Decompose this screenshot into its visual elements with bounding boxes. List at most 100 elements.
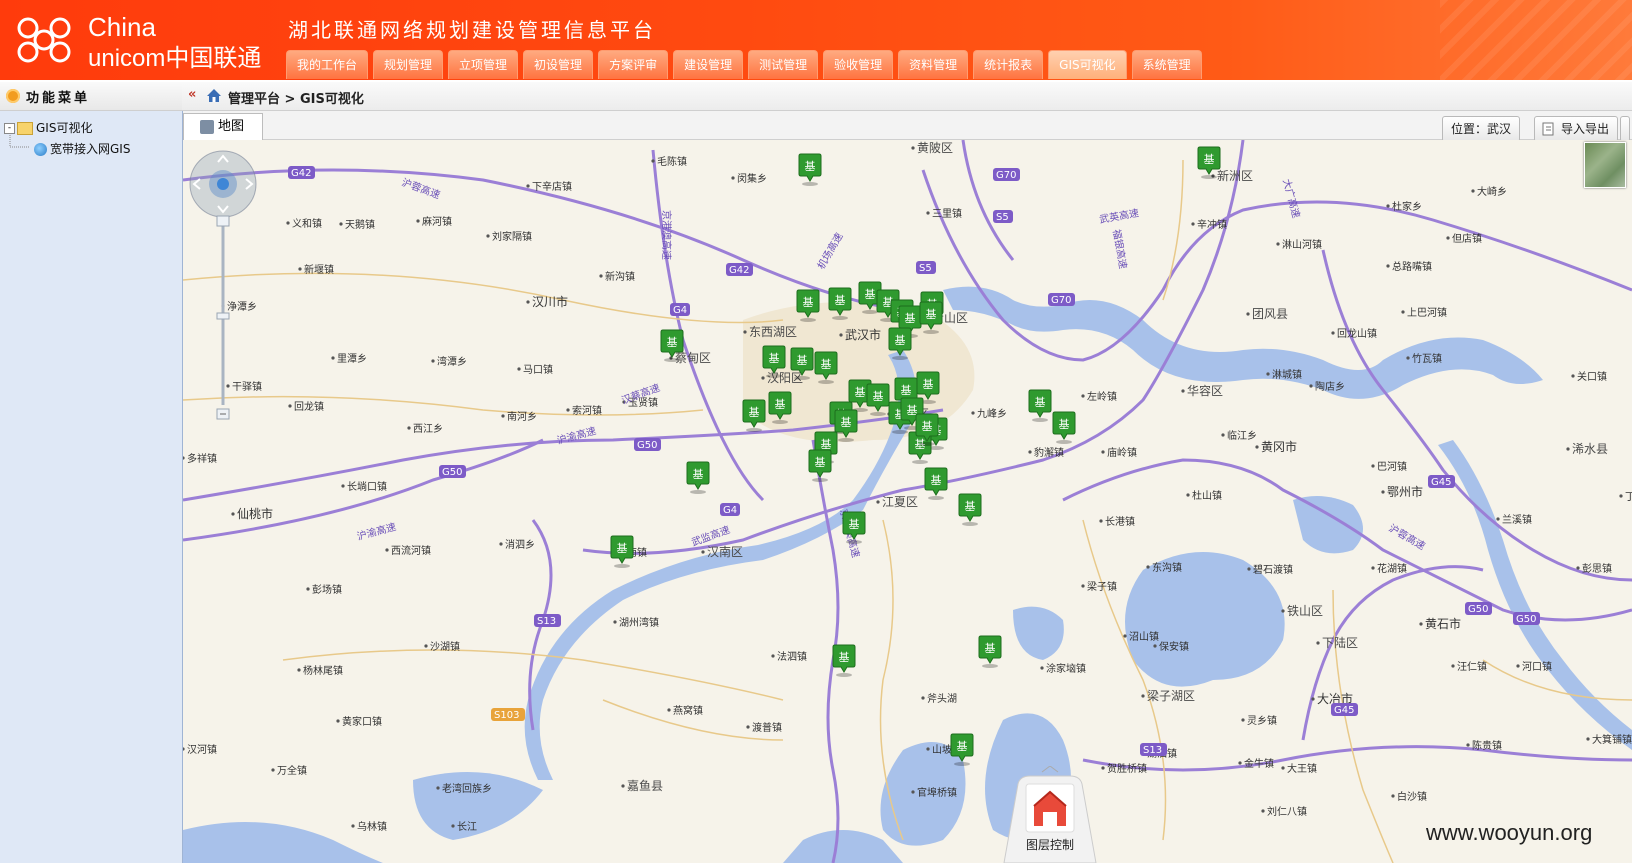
place-label: 官埠桥镇 <box>917 786 957 799</box>
marker-glyph: 基 <box>769 352 780 365</box>
home-icon[interactable] <box>206 88 222 103</box>
place-dot <box>566 408 570 412</box>
place-label: 汪仁镇 <box>1457 660 1487 673</box>
place-label: 上巴河镇 <box>1407 306 1447 319</box>
highway-badge-label: S13 <box>1143 745 1162 756</box>
marker-glyph: 基 <box>803 296 814 309</box>
place-dot <box>839 333 843 337</box>
place-label: 彭思镇 <box>1582 562 1612 575</box>
place-label: 长江 <box>457 821 477 833</box>
zoom-slider-handle[interactable] <box>216 312 230 320</box>
place-label: 淋城镇 <box>1272 368 1302 381</box>
place-label: 大王镇 <box>1287 762 1317 775</box>
place-dot <box>1381 490 1385 494</box>
place-label: 回龙山镇 <box>1337 327 1377 340</box>
place-label: 淋山河镇 <box>1282 238 1322 251</box>
place-label: 义和镇 <box>292 217 322 230</box>
marker-glyph: 基 <box>873 390 884 403</box>
tab-map[interactable]: 地图 <box>183 113 263 140</box>
place-label: 湾潭乡 <box>437 355 467 368</box>
place-dot <box>298 267 302 271</box>
tab-10[interactable]: GIS可视化 <box>1048 50 1127 79</box>
toolbar-overflow-button[interactable] <box>1620 116 1630 142</box>
place-label: 大箕铺镇 <box>1592 733 1632 746</box>
highway-badge-label: G4 <box>673 305 687 316</box>
place-dot <box>1081 394 1085 398</box>
place-label: 西流河镇 <box>391 544 431 557</box>
tab-0[interactable]: 我的工作台 <box>286 50 369 79</box>
place-label: 西江乡 <box>413 423 443 435</box>
place-label: 陶店乡 <box>1315 380 1345 393</box>
marker-glyph: 基 <box>821 438 832 451</box>
highway-badge-label: G42 <box>291 168 311 179</box>
place-dot <box>1311 697 1315 701</box>
import-export-button[interactable]: 导入导出 <box>1534 116 1619 142</box>
place-dot <box>911 790 915 794</box>
marker-glyph: 基 <box>855 386 866 399</box>
china-unicom-logo <box>17 17 71 63</box>
zoom-in-button[interactable] <box>216 215 230 227</box>
tab-1[interactable]: 规划管理 <box>373 50 444 79</box>
place-dot <box>876 500 880 504</box>
tab-4[interactable]: 方案评审 <box>598 50 669 79</box>
place-label: 九峰乡 <box>977 408 1007 420</box>
place-label: 沙湖镇 <box>430 640 460 653</box>
place-dot <box>651 159 655 163</box>
satellite-view-thumbnail[interactable] <box>1584 142 1626 188</box>
map-zoom-control[interactable] <box>188 150 258 425</box>
breadcrumb: 管理平台 > GIS可视化 <box>228 92 364 107</box>
place-dot <box>1576 566 1580 570</box>
tab-6[interactable]: 测试管理 <box>748 50 819 79</box>
marker-glyph: 基 <box>797 354 808 367</box>
marker-glyph: 基 <box>849 518 860 531</box>
place-dot <box>926 211 930 215</box>
place-dot <box>499 542 503 546</box>
sidebar-item-broadband-gis[interactable]: 宽带接入网GIS <box>34 140 130 157</box>
collapse-sidebar-button[interactable]: « <box>188 87 196 102</box>
marker-glyph: 基 <box>1035 396 1046 409</box>
place-label: 汉河镇 <box>187 743 217 756</box>
location-button[interactable]: 位置：武汉 <box>1442 116 1521 142</box>
place-dot <box>1401 310 1405 314</box>
layer-control-button[interactable]: 图层控制 <box>990 765 1110 864</box>
tab-11[interactable]: 系统管理 <box>1131 50 1202 79</box>
place-label: 里潭乡 <box>337 353 367 365</box>
place-dot <box>1241 718 1245 722</box>
place-label: 燕窝镇 <box>673 704 703 717</box>
tab-9[interactable]: 统计报表 <box>973 50 1044 79</box>
tab-2[interactable]: 立项管理 <box>448 50 519 79</box>
map-canvas[interactable]: 毛陈镇下辛店镇 闵集乡 黄陂区三里镇 新洲区辛冲镇 大崎乡杜家乡但店镇 淋山河镇总路嘴镇上… <box>183 140 1632 863</box>
tab-3[interactable]: 初设管理 <box>523 50 594 79</box>
place-label: 华容区 <box>1187 383 1223 398</box>
tab-8[interactable]: 资料管理 <box>898 50 969 79</box>
place-label: 庙岭镇 <box>1107 446 1137 459</box>
place-dot <box>1191 222 1195 226</box>
place-dot <box>1406 356 1410 360</box>
sidebar-item-label: 宽带接入网GIS <box>50 142 131 156</box>
place-label: 汉南区 <box>707 544 743 559</box>
road-name: 京港澳高速 <box>660 210 673 260</box>
main-nav: 我的工作台 规划管理 立项管理 初设管理 方案评审 建设管理 测试管理 验收管理 资料管理 统计报… <box>286 50 1202 80</box>
place-label: 回龙镇 <box>294 400 324 413</box>
map-tab-bar: 地图 <box>183 111 1632 140</box>
tab-5[interactable]: 建设管理 <box>673 50 744 79</box>
place-label: 新洲区 <box>1217 168 1253 183</box>
marker-glyph: 基 <box>821 358 832 371</box>
app-title: 湖北联通网络规划建设管理信息平台 <box>288 18 656 42</box>
tab-7[interactable]: 验收管理 <box>823 50 894 79</box>
place-label: 湖州湾镇 <box>619 616 659 629</box>
place-dot <box>1028 450 1032 454</box>
place-label: 多祥镇 <box>187 452 217 465</box>
place-label: 杨林尾镇 <box>303 664 343 677</box>
place-label: 花湖镇 <box>1377 562 1407 575</box>
place-dot <box>613 620 617 624</box>
place-label: 东沟镇 <box>1152 561 1182 574</box>
menu-header: 功能菜单 <box>0 82 182 111</box>
place-label: 刘家隔镇 <box>492 230 532 243</box>
place-dot <box>1316 641 1320 645</box>
marker-glyph: 基 <box>839 651 850 664</box>
place-label: 保安镇 <box>1159 640 1189 653</box>
sidebar-item-label: GIS可视化 <box>36 121 93 135</box>
place-label: 长埫口镇 <box>347 480 387 493</box>
place-dot <box>1255 445 1259 449</box>
